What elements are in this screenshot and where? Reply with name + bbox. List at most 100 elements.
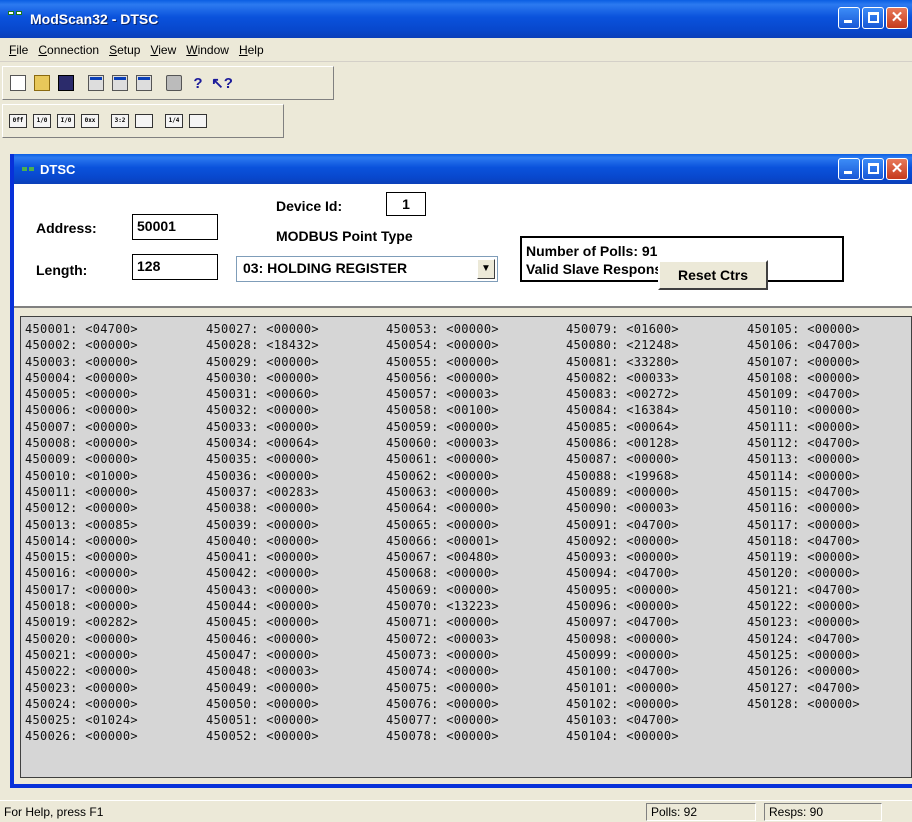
- standard-toolbar: ? ↖?: [2, 66, 334, 100]
- coil-status-icon: 0ff: [9, 114, 27, 128]
- dropdown-arrow-icon[interactable]: ▼: [477, 259, 495, 279]
- address-input[interactable]: 50001: [132, 214, 218, 240]
- minimize-icon: [844, 171, 852, 174]
- register-value: 450080: <21248>: [566, 338, 679, 353]
- register-value: 450122: <00000>: [747, 599, 860, 614]
- register-value: 450008: <00000>: [25, 436, 138, 451]
- register-value: 450081: <33280>: [566, 354, 679, 369]
- document-title: DTSC: [40, 161, 76, 177]
- register-value: 450057: <00003>: [386, 387, 499, 402]
- save-button[interactable]: [55, 72, 77, 94]
- menu-window[interactable]: Window: [181, 43, 234, 57]
- print-button[interactable]: [163, 72, 185, 94]
- register-value: 450092: <00000>: [566, 533, 679, 548]
- register-value: 450075: <00000>: [386, 680, 499, 695]
- context-help-button[interactable]: ↖?: [211, 72, 233, 94]
- register-value: 450101: <00000>: [566, 680, 679, 695]
- connect-button[interactable]: [85, 72, 107, 94]
- word-swap-icon: 1/4: [165, 114, 183, 128]
- register-value: 450040: <00000>: [206, 533, 319, 548]
- register-value: 450125: <00000>: [747, 647, 860, 662]
- register-value: 450037: <00283>: [206, 484, 319, 499]
- device-id-input[interactable]: 1: [386, 192, 426, 216]
- menu-help[interactable]: Help: [234, 43, 269, 57]
- register-value: 450031: <00060>: [206, 387, 319, 402]
- disconnect-button[interactable]: [109, 72, 131, 94]
- register-data-area: 450001: <04700> 450002: <00000> 450003: <0…: [20, 316, 912, 778]
- register-value: 450021: <00000>: [25, 647, 138, 662]
- menu-setup[interactable]: Setup: [104, 43, 145, 57]
- register-value: 450065: <00000>: [386, 517, 499, 532]
- menu-file[interactable]: File: [4, 43, 33, 57]
- input-register-button[interactable]: 0xx: [79, 110, 101, 132]
- register-value: 450064: <00000>: [386, 501, 499, 516]
- register-value: 450038: <00000>: [206, 501, 319, 516]
- reset-counters-button[interactable]: Reset Ctrs: [658, 260, 768, 290]
- point-type-select[interactable]: 03: HOLDING REGISTER ▼: [236, 256, 498, 282]
- register-value: 450066: <00001>: [386, 533, 499, 548]
- register-value: 450051: <00000>: [206, 713, 319, 728]
- point-type-value: 03: HOLDING REGISTER: [243, 260, 408, 276]
- disconnect-icon: [112, 75, 128, 91]
- close-button[interactable]: ✕: [886, 7, 908, 29]
- doc-close-button[interactable]: ✕: [886, 158, 908, 180]
- register-value: 450046: <00000>: [206, 631, 319, 646]
- register-value: 450061: <00000>: [386, 452, 499, 467]
- register-value: 450001: <04700>: [25, 322, 138, 336]
- maximize-button[interactable]: [862, 7, 884, 29]
- register-value: 450033: <00000>: [206, 419, 319, 434]
- menu-connection[interactable]: Connection: [33, 43, 104, 57]
- register-value: 450048: <00003>: [206, 664, 319, 679]
- status-help-text: For Help, press F1: [4, 805, 104, 819]
- word-swap-button[interactable]: 1/4: [163, 110, 185, 132]
- register-value: 450032: <00000>: [206, 403, 319, 418]
- register-value: 450005: <00000>: [25, 387, 138, 402]
- coil-status-button[interactable]: 0ff: [7, 110, 29, 132]
- register-value: 450077: <00000>: [386, 713, 499, 728]
- menu-bar: File Connection Setup View Window Help: [0, 38, 912, 62]
- register-value: 450071: <00000>: [386, 615, 499, 630]
- register-value: 450062: <00000>: [386, 468, 499, 483]
- close-icon: ✕: [890, 160, 904, 177]
- length-input[interactable]: 128: [132, 254, 218, 280]
- register-value: 450069: <00000>: [386, 582, 499, 597]
- point-type-label: MODBUS Point Type: [276, 228, 413, 244]
- register-value: 450049: <00000>: [206, 680, 319, 695]
- register-value: 450034: <00064>: [206, 436, 319, 451]
- document-titlebar[interactable]: DTSC ✕: [14, 154, 912, 184]
- maximize-icon: [868, 12, 879, 23]
- minimize-button[interactable]: [838, 7, 860, 29]
- register-value: 450105: <00000>: [747, 322, 860, 336]
- app-titlebar[interactable]: ModScan32 - DTSC ✕: [0, 0, 912, 38]
- register-value: 450072: <00003>: [386, 631, 499, 646]
- register-value: 450078: <00000>: [386, 729, 499, 744]
- doc-maximize-button[interactable]: [862, 158, 884, 180]
- show-traffic-button[interactable]: [133, 110, 155, 132]
- register-value: 450007: <00000>: [25, 419, 138, 434]
- register-value: 450055: <00000>: [386, 354, 499, 369]
- status-bar: For Help, press F1 Polls: 92 Resps: 90: [0, 800, 912, 822]
- doc-minimize-button[interactable]: [838, 158, 860, 180]
- register-value: 450108: <00000>: [747, 370, 860, 385]
- register-value: 450094: <04700>: [566, 566, 679, 581]
- open-button[interactable]: [31, 72, 53, 94]
- document-icon: [22, 167, 36, 175]
- input-status-icon: 1/0: [33, 114, 51, 128]
- clear-traffic-button[interactable]: [187, 110, 209, 132]
- about-button[interactable]: ?: [187, 72, 209, 94]
- register-value: 450002: <00000>: [25, 338, 138, 353]
- register-value: 450053: <00000>: [386, 322, 499, 336]
- register-value: 450035: <00000>: [206, 452, 319, 467]
- register-value: 450017: <00000>: [25, 582, 138, 597]
- minimize-icon: [844, 20, 852, 23]
- save-disk-icon: [58, 75, 74, 91]
- menu-view[interactable]: View: [145, 43, 181, 57]
- holding-register-button[interactable]: I/0: [55, 110, 77, 132]
- display-button[interactable]: [133, 72, 155, 94]
- input-status-button[interactable]: 1/0: [31, 110, 53, 132]
- register-value: 450063: <00000>: [386, 484, 499, 499]
- new-button[interactable]: [7, 72, 29, 94]
- register-value: 450074: <00000>: [386, 664, 499, 679]
- float-button[interactable]: 3:2: [109, 110, 131, 132]
- register-value: 450016: <00000>: [25, 566, 138, 581]
